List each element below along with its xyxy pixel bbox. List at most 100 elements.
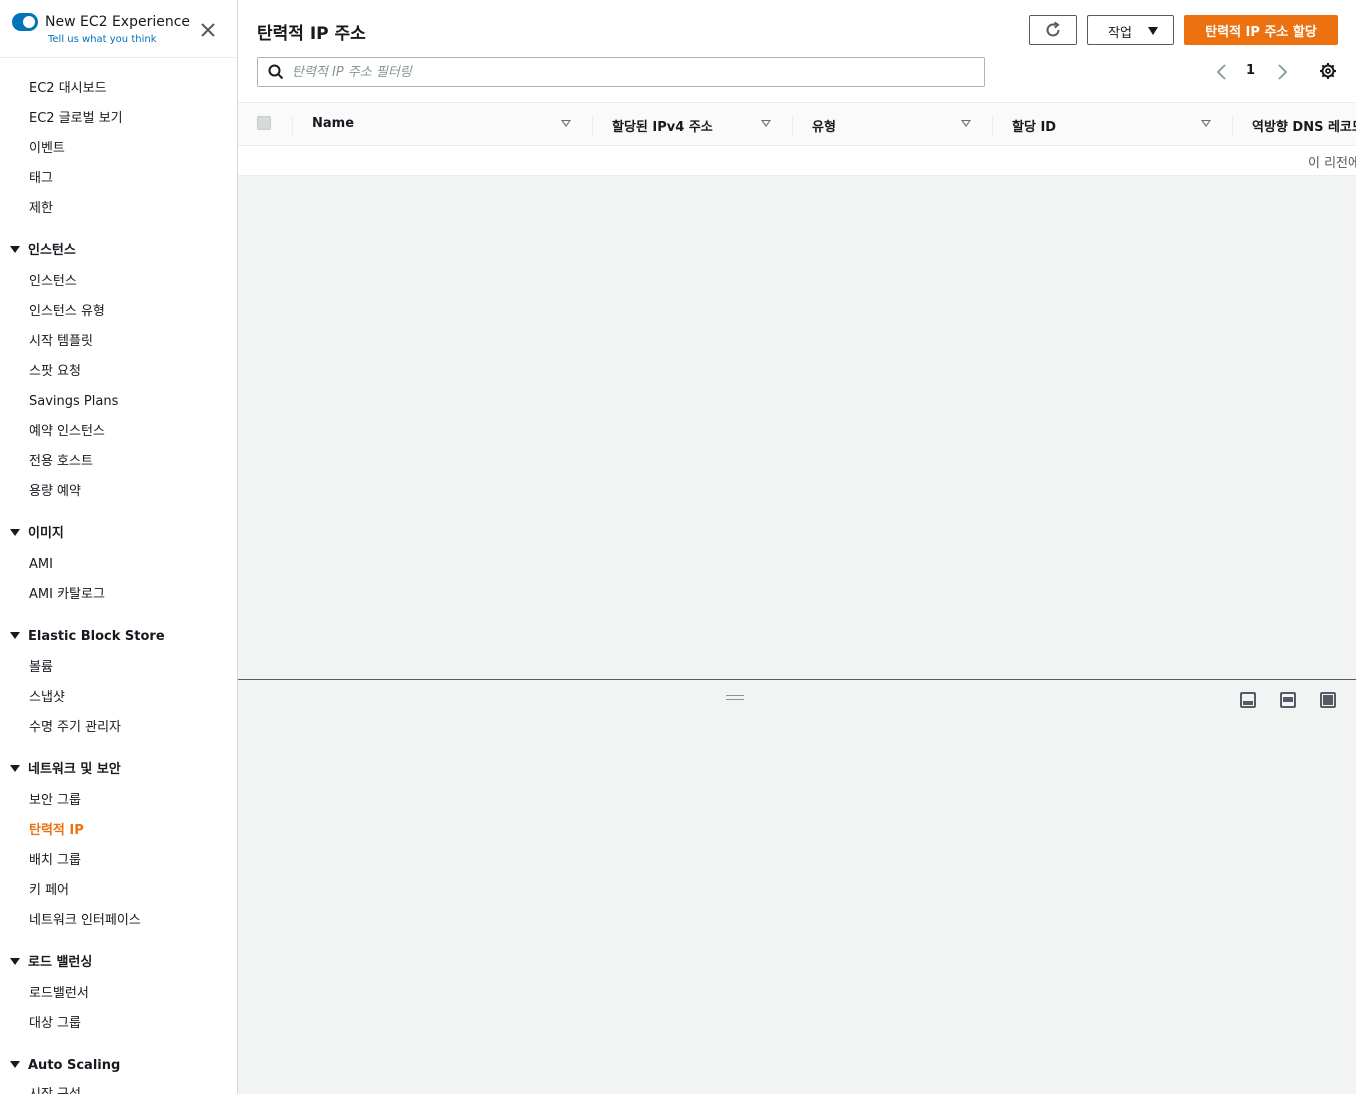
sidebar-item-limits[interactable]: 제한 — [29, 200, 53, 218]
select-all-checkbox[interactable] — [257, 116, 271, 130]
panel-side-icon — [1283, 697, 1293, 702]
sidebar-item-target-groups[interactable]: 대상 그룹 — [29, 1015, 81, 1033]
split-panel-bottom-button[interactable] — [1240, 692, 1256, 708]
table-preferences-button[interactable] — [1319, 62, 1337, 80]
section-title: 로드 밸런싱 — [28, 955, 93, 970]
sort-icon — [1201, 120, 1211, 127]
section-title: 인스턴스 — [28, 243, 76, 258]
sidebar-item-network-interfaces[interactable]: 네트워크 인터페이스 — [29, 912, 141, 930]
split-panel-side-button[interactable] — [1280, 692, 1296, 708]
sidebar-item-instance-types[interactable]: 인스턴스 유형 — [29, 303, 105, 321]
expand-caret-icon — [10, 632, 20, 639]
section-title: Auto Scaling — [28, 1058, 121, 1073]
sidebar-item-ec2-dashboard[interactable]: EC2 대시보드 — [29, 80, 107, 98]
sort-icon — [561, 120, 571, 127]
sidebar-item-reserved-instances[interactable]: 예약 인스턴스 — [29, 423, 105, 441]
page-title: 탄력적 IP 주소 — [257, 24, 366, 44]
sidebar-item-ami[interactable]: AMI — [29, 556, 53, 574]
column-header-ipv4[interactable]: 할당된 IPv4 주소 — [592, 103, 792, 145]
column-header-type[interactable]: 유형 — [792, 103, 992, 145]
main-content: 탄력적 IP 주소 작업 탄력적 IP 주소 할당 1 — [238, 0, 1356, 1094]
sidebar-item-volumes[interactable]: 볼륨 — [29, 659, 53, 677]
allocate-elastic-ip-button[interactable]: 탄력적 IP 주소 할당 — [1184, 15, 1338, 45]
sidebar-item-key-pairs[interactable]: 키 페어 — [29, 882, 69, 900]
sidebar-item-dedicated-hosts[interactable]: 전용 호스트 — [29, 453, 93, 471]
chevron-right-icon — [1278, 64, 1288, 80]
empty-table-row: 이 리전에 — [238, 146, 1356, 176]
sidebar-section-ebs[interactable]: Elastic Block Store — [10, 628, 165, 646]
column-label: 유형 — [812, 120, 836, 135]
refresh-icon — [1046, 21, 1060, 37]
toggle-knob — [23, 16, 35, 28]
sidebar-item-snapshots[interactable]: 스냅샷 — [29, 689, 65, 707]
sidebar-item-ami-catalog[interactable]: AMI 카탈로그 — [29, 586, 105, 604]
sort-icon — [961, 120, 971, 127]
expand-caret-icon — [10, 529, 20, 536]
sidebar-item-security-groups[interactable]: 보안 그룹 — [29, 792, 81, 810]
gear-icon — [1320, 63, 1336, 79]
sidebar-section-images[interactable]: 이미지 — [10, 525, 64, 543]
new-experience-banner: New EC2 Experience Tell us what you thin… — [0, 0, 237, 58]
sidebar-item-ec2-global-view[interactable]: EC2 글로벌 보기 — [29, 110, 123, 128]
sidebar-section-instances[interactable]: 인스턴스 — [10, 242, 76, 260]
panel-full-icon — [1323, 695, 1333, 705]
next-page-button[interactable] — [1274, 63, 1290, 81]
sidebar-item-placement-groups[interactable]: 배치 그룹 — [29, 852, 81, 870]
sidebar-item-elastic-ips[interactable]: 탄력적 IP — [29, 822, 84, 840]
close-icon — [201, 23, 215, 37]
expand-caret-icon — [10, 765, 20, 772]
column-label: 할당된 IPv4 주소 — [612, 120, 713, 135]
column-divider — [592, 115, 593, 135]
filter-input[interactable] — [292, 62, 972, 82]
column-label: Name — [312, 116, 355, 131]
table-header-panel: 탄력적 IP 주소 작업 탄력적 IP 주소 할당 1 — [238, 0, 1356, 102]
sidebar-item-instances[interactable]: 인스턴스 — [29, 273, 77, 291]
column-divider — [792, 115, 793, 135]
sidebar-item-launch-configurations[interactable]: 시작 구성 — [29, 1086, 81, 1094]
section-title: Elastic Block Store — [28, 629, 165, 644]
caret-down-icon — [1148, 27, 1158, 35]
empty-state-message: 이 리전에 — [1308, 156, 1356, 171]
actions-dropdown-button[interactable]: 작업 — [1087, 15, 1174, 45]
column-label: 역방향 DNS 레코드 — [1252, 120, 1356, 135]
actions-label: 작업 — [1108, 26, 1132, 41]
sidebar-item-events[interactable]: 이벤트 — [29, 140, 65, 158]
filter-search-box — [257, 57, 985, 87]
previous-page-button[interactable] — [1214, 63, 1230, 81]
expand-caret-icon — [10, 1061, 20, 1068]
expand-caret-icon — [10, 958, 20, 965]
split-panel-divider — [238, 679, 1356, 680]
panel-bottom-icon — [1243, 701, 1253, 705]
sidebar-item-tags[interactable]: 태그 — [29, 170, 53, 188]
sort-icon — [761, 120, 771, 127]
sidebar-section-network-security[interactable]: 네트워크 및 보안 — [10, 761, 121, 779]
sidebar-section-auto-scaling[interactable]: Auto Scaling — [10, 1057, 120, 1075]
search-icon — [268, 64, 284, 80]
section-title: 네트워크 및 보안 — [28, 762, 121, 777]
feedback-link[interactable]: Tell us what you think — [48, 34, 157, 45]
column-header-allocation-id[interactable]: 할당 ID — [992, 103, 1232, 145]
sidebar-section-load-balancing[interactable]: 로드 밸런싱 — [10, 954, 92, 972]
column-header-name[interactable]: Name — [292, 103, 592, 145]
column-label: 할당 ID — [1012, 120, 1057, 135]
page-number[interactable]: 1 — [1246, 63, 1255, 78]
sidebar-item-savings-plans[interactable]: Savings Plans — [29, 393, 118, 411]
table-column-header: Name 할당된 IPv4 주소 유형 할당 ID 역방향 DNS 레코드 — [238, 102, 1356, 146]
sidebar-item-load-balancers[interactable]: 로드밸런서 — [29, 985, 89, 1003]
column-divider — [292, 115, 293, 135]
column-divider — [992, 115, 993, 135]
new-experience-toggle[interactable] — [12, 13, 38, 31]
column-header-reverse-dns[interactable]: 역방향 DNS 레코드 — [1232, 103, 1356, 145]
sidebar-item-spot-requests[interactable]: 스팟 요청 — [29, 363, 81, 381]
section-title: 이미지 — [28, 526, 64, 541]
split-panel-fullscreen-button[interactable] — [1320, 692, 1336, 708]
chevron-left-icon — [1216, 64, 1226, 80]
refresh-button[interactable] — [1029, 15, 1077, 45]
close-sidebar-button[interactable] — [198, 20, 218, 40]
split-panel-resize-handle[interactable] — [726, 695, 744, 701]
allocate-button-label: 탄력적 IP 주소 할당 — [1205, 25, 1317, 40]
sidebar-item-launch-templates[interactable]: 시작 템플릿 — [29, 333, 93, 351]
sidebar-item-capacity-reservations[interactable]: 용량 예약 — [29, 483, 81, 501]
navigation-sidebar: New EC2 Experience Tell us what you thin… — [0, 0, 238, 1094]
sidebar-item-lifecycle-manager[interactable]: 수명 주기 관리자 — [29, 719, 121, 737]
